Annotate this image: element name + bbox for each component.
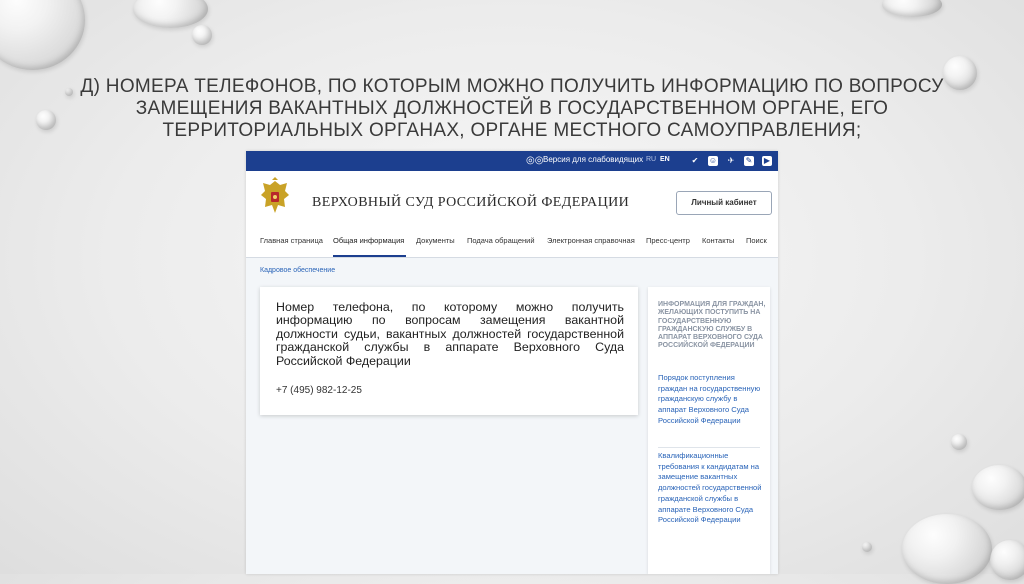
- nav-item-contacts[interactable]: Контакты: [702, 236, 734, 245]
- nav-item-documents[interactable]: Документы: [416, 236, 455, 245]
- odnoklassniki-icon[interactable]: ☺: [708, 156, 718, 166]
- glasses-icon[interactable]: ◎◎: [526, 155, 543, 166]
- sidebar-divider: [658, 447, 760, 448]
- sidebar-link-qualification-requirements[interactable]: Квалификационные требования к кандидатам…: [658, 451, 766, 526]
- vk-icon[interactable]: ✔: [690, 156, 700, 166]
- phone-info-card: Номер телефона, по которому можно получи…: [260, 287, 638, 415]
- nav-item-appeals[interactable]: Подача обращений: [467, 236, 535, 245]
- nav-item-general-info[interactable]: Общая информация: [333, 236, 404, 245]
- lang-en-link[interactable]: EN: [660, 156, 670, 163]
- main-nav: Главная страница Общая информация Докуме…: [246, 235, 778, 258]
- court-name[interactable]: ВЕРХОВНЫЙ СУД РОССИЙСКОЙ ФЕДЕРАЦИИ: [312, 195, 629, 211]
- coat-of-arms-logo[interactable]: [260, 177, 290, 217]
- lang-ru-link[interactable]: RU: [646, 156, 656, 163]
- slide-title: Д) НОМЕРА ТЕЛЕФОНОВ, ПО КОТОРЫМ МОЖНО ПО…: [80, 76, 944, 141]
- water-drop-decoration: [36, 110, 56, 130]
- livejournal-icon[interactable]: ✎: [744, 156, 754, 166]
- sidebar-heading: ИНФОРМАЦИЯ ДЛЯ ГРАЖДАН, ЖЕЛАЮЩИХ ПОСТУПИ…: [658, 301, 766, 350]
- sidebar-link-admission-procedure[interactable]: Порядок поступления граждан на государст…: [658, 373, 766, 427]
- youtube-icon[interactable]: ▶: [762, 156, 772, 166]
- water-drop-decoration: [951, 434, 967, 450]
- water-drop-decoration: [862, 542, 872, 552]
- phone-info-text: Номер телефона, по которому можно получи…: [276, 300, 624, 368]
- water-drop-decoration: [990, 540, 1024, 580]
- breadcrumb[interactable]: Кадровое обеспечение: [260, 267, 335, 274]
- twitter-icon[interactable]: ✈: [726, 156, 736, 166]
- nav-item-home[interactable]: Главная страница: [260, 236, 323, 245]
- nav-item-press-center[interactable]: Пресс-центр: [646, 236, 690, 245]
- nav-item-search[interactable]: Поиск: [746, 236, 767, 245]
- water-drop-decoration: [133, 0, 208, 28]
- phone-number[interactable]: +7 (495) 982-12-25: [276, 385, 362, 396]
- water-drop-decoration: [972, 465, 1024, 510]
- website-screenshot: ◎◎ Версия для слабовидящих RU EN ✔ ☺ ✈ ✎…: [246, 151, 778, 574]
- active-tab-indicator: [333, 255, 406, 257]
- water-drop-decoration: [0, 0, 85, 70]
- personal-cabinet-button[interactable]: Личный кабинет: [676, 191, 772, 215]
- nav-item-e-reference[interactable]: Электронная справочная: [547, 236, 635, 245]
- sidebar: ИНФОРМАЦИЯ ДЛЯ ГРАЖДАН, ЖЕЛАЮЩИХ ПОСТУПИ…: [648, 287, 770, 574]
- water-drop-decoration: [192, 25, 212, 45]
- top-bar: ◎◎ Версия для слабовидящих RU EN ✔ ☺ ✈ ✎…: [246, 151, 778, 171]
- water-drop-decoration: [882, 0, 942, 17]
- low-vision-link[interactable]: Версия для слабовидящих: [543, 155, 643, 164]
